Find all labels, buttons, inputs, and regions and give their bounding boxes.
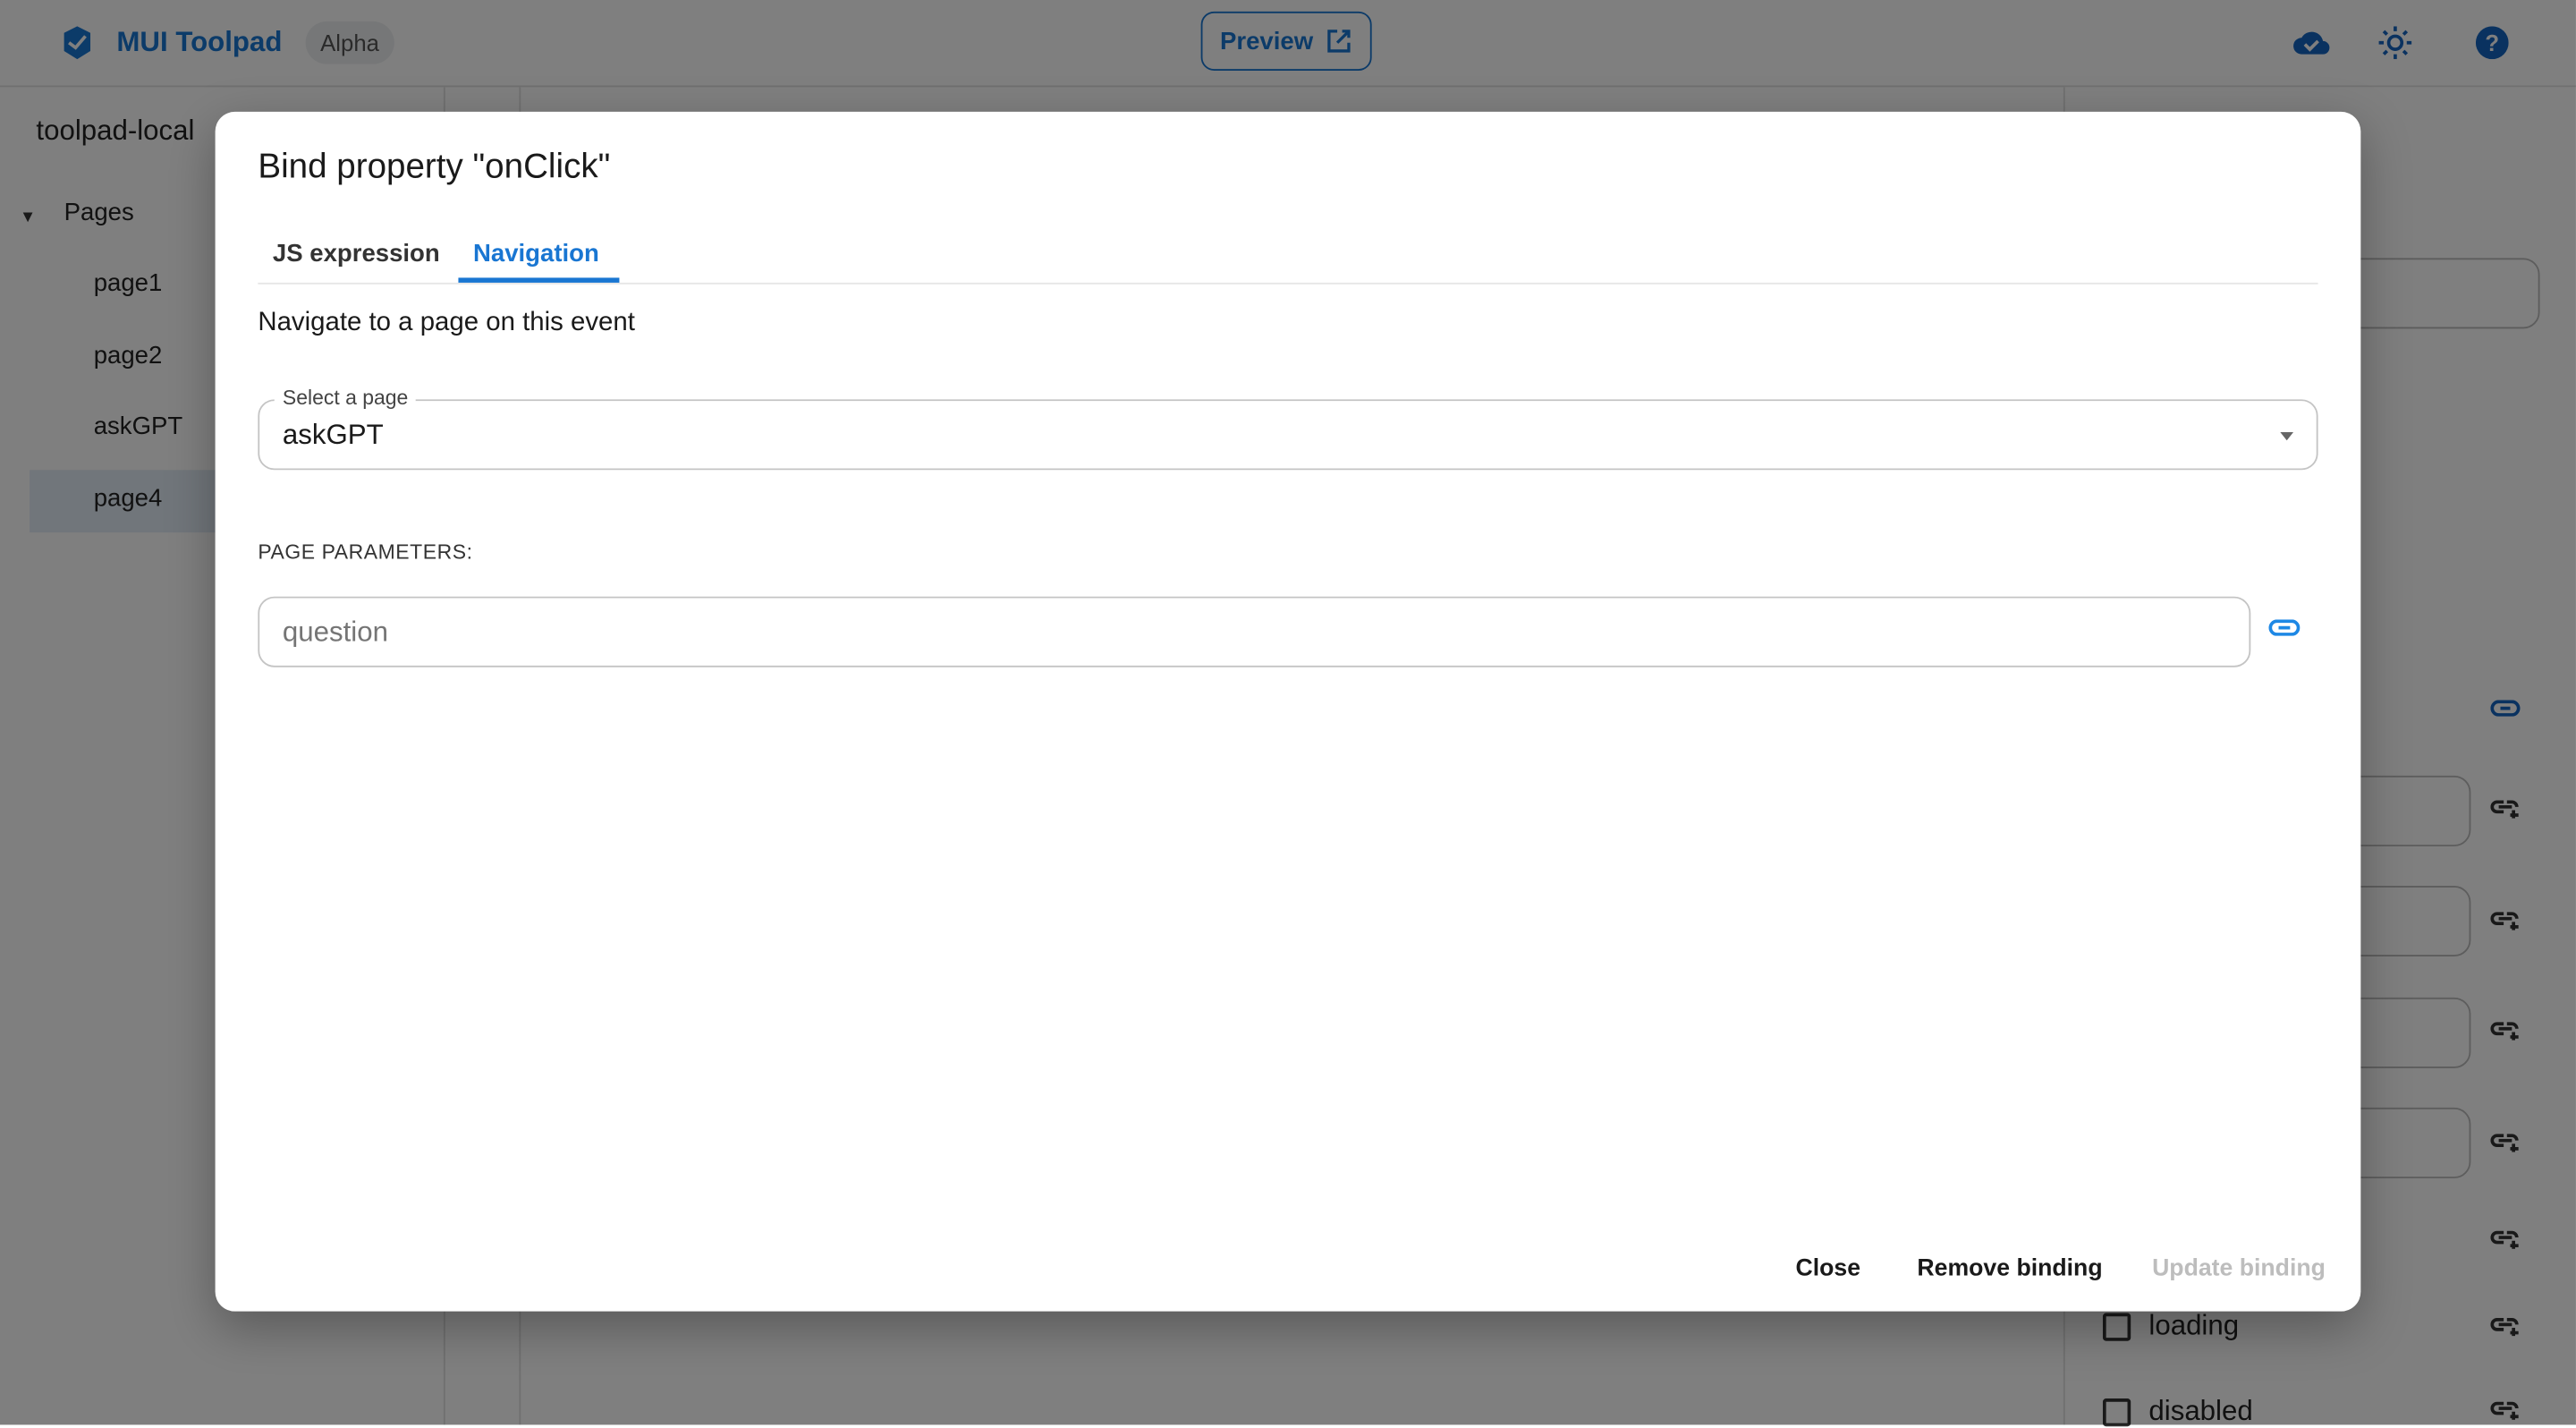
page-select-label: Select a page <box>274 386 417 410</box>
navigation-description: Navigate to a page on this event <box>258 309 635 337</box>
page-select[interactable] <box>258 399 2318 471</box>
tab-navigation[interactable]: Navigation <box>473 240 599 268</box>
link-icon[interactable] <box>2268 619 2301 636</box>
update-binding-button[interactable]: Update binding <box>2152 1255 2326 1281</box>
dropdown-arrow-icon[interactable] <box>2280 432 2294 441</box>
tabs-divider <box>258 282 2318 285</box>
active-tab-indicator <box>458 277 620 283</box>
close-button[interactable]: Close <box>1796 1255 1861 1281</box>
remove-binding-button[interactable]: Remove binding <box>1917 1255 2102 1281</box>
page-select-value: askGPT <box>282 419 384 451</box>
question-parameter-input[interactable] <box>258 596 2251 667</box>
page-parameters-heading: PAGE PARAMETERS: <box>258 540 473 564</box>
dialog-title: Bind property "onClick" <box>258 148 611 186</box>
bind-property-dialog: Bind property "onClick" JS expression Na… <box>215 111 2361 1312</box>
tab-js-expression[interactable]: JS expression <box>273 240 440 268</box>
